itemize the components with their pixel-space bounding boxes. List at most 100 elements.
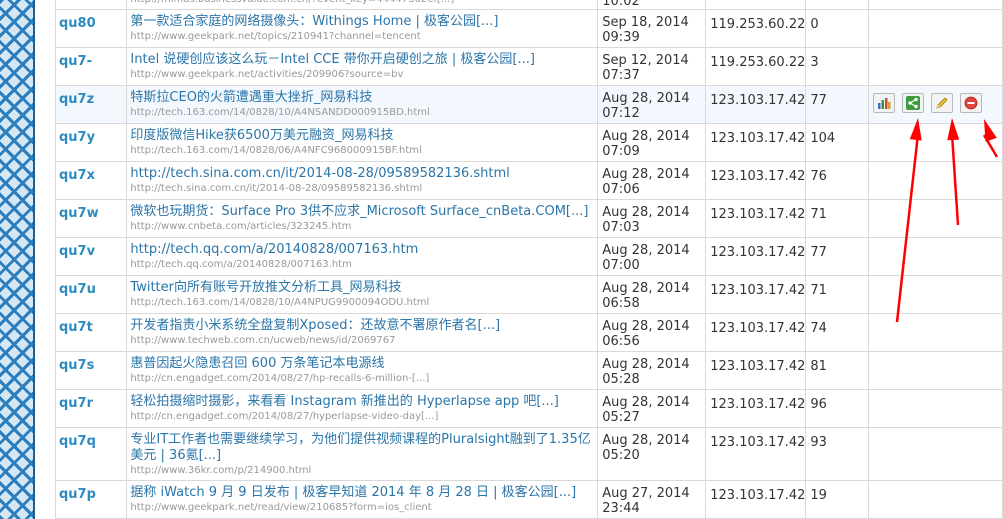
date-cell: Aug 28, 2014 07:00 bbox=[597, 237, 707, 276]
row-clicks: 93 bbox=[810, 435, 827, 450]
key-cell: qu80 bbox=[54, 9, 128, 48]
row-title-link[interactable]: 开发者指责小米系统全盘复制Xposed：还故意不署原作者名[...] bbox=[128, 315, 597, 335]
short-key-link[interactable]: qu7- bbox=[59, 49, 126, 69]
share-button[interactable] bbox=[902, 93, 925, 113]
ip-cell: 123.103.17.42 bbox=[705, 199, 807, 238]
clicks-cell bbox=[805, 0, 870, 10]
row-clicks: 77 bbox=[810, 93, 827, 108]
row-url: http://tech.163.com/14/0828/10/A4NPUG990… bbox=[130, 297, 430, 308]
key-cell: qu7p bbox=[54, 480, 128, 519]
table-row: qu7x http://tech.sina.com.cn/it/2014-08-2… bbox=[54, 161, 1003, 200]
title-cell: http://mimas.businessvalue.com.cn/?event… bbox=[126, 0, 599, 10]
short-key-link[interactable]: qu7z bbox=[59, 87, 126, 107]
ip-cell: 123.103.17.42 bbox=[705, 351, 807, 390]
short-key-link[interactable]: qu7x bbox=[59, 163, 126, 183]
key-cell bbox=[54, 0, 128, 10]
row-title-link[interactable]: 第一款适合家庭的网络摄像头：Withings Home | 极客公园[...] bbox=[128, 11, 597, 31]
row-url: http://www.geekpark.net/read/view/210685… bbox=[130, 502, 432, 513]
row-url: http://tech.163.com/14/0828/10/A4NSANDD0… bbox=[130, 107, 430, 118]
short-key-link[interactable]: qu7w bbox=[59, 201, 126, 221]
row-date: Aug 28, 2014 07:12 bbox=[602, 91, 690, 121]
key-cell: qu7q bbox=[54, 427, 128, 481]
table-row-partial: http://mimas.businessvalue.com.cn/?event… bbox=[54, 0, 1003, 10]
short-key-link[interactable]: qu7t bbox=[59, 315, 126, 335]
actions-cell bbox=[868, 161, 1003, 200]
row-ip: 123.103.17.42 bbox=[710, 359, 806, 374]
row-title-link[interactable]: http://tech.qq.com/a/20140828/007163.htm bbox=[128, 239, 597, 259]
key-cell: qu7u bbox=[54, 275, 128, 314]
stats-button[interactable] bbox=[873, 93, 896, 113]
short-key-link[interactable]: qu7v bbox=[59, 239, 126, 259]
share-icon bbox=[906, 96, 921, 110]
key-cell: qu7t bbox=[54, 313, 128, 352]
clicks-cell: 93 bbox=[805, 427, 870, 481]
row-url: http://tech.163.com/14/0828/06/A4NFC9680… bbox=[130, 145, 422, 156]
clicks-cell: 77 bbox=[805, 237, 870, 276]
row-ip: 123.103.17.42 bbox=[710, 169, 806, 184]
row-url: http://www.36kr.com/p/214900.html bbox=[130, 465, 312, 476]
short-key-link[interactable]: qu7q bbox=[59, 429, 126, 449]
date-cell: Sep 12, 2014 07:37 bbox=[597, 47, 707, 86]
table-row: qu7r 轻松拍摄缩时摄影，来看看 Instagram 新推出的 Hyperlap… bbox=[54, 389, 1003, 428]
row-title-link[interactable]: 据称 iWatch 9 月 9 日发布 | 极客早知道 2014 年 8 月 2… bbox=[128, 482, 597, 502]
clicks-cell: 71 bbox=[805, 199, 870, 238]
clicks-cell: 0 bbox=[805, 9, 870, 48]
short-key-link[interactable]: qu7u bbox=[59, 277, 126, 297]
ip-cell: 123.103.17.42 bbox=[705, 275, 807, 314]
row-title-link[interactable]: 印度版微信Hike获6500万美元融资_网易科技 bbox=[128, 125, 597, 145]
ip-cell: 123.103.17.42 bbox=[705, 427, 807, 481]
title-cell: 专业IT工作者也需要继续学习，为他们提供视频课程的Pluralsight融到了1… bbox=[126, 427, 599, 481]
row-title-link[interactable]: Twitter向所有账号开放推文分析工具_网易科技 bbox=[128, 277, 597, 297]
row-ip: 123.103.17.42 bbox=[710, 435, 806, 450]
date-cell: Aug 28, 2014 05:28 bbox=[597, 351, 707, 390]
row-ip: 123.103.17.42 bbox=[710, 93, 806, 108]
ip-cell: 123.103.17.42 bbox=[705, 123, 807, 162]
actions-cell bbox=[868, 275, 1003, 314]
ip-cell: 123.103.17.42 bbox=[705, 161, 807, 200]
delete-button[interactable] bbox=[960, 93, 983, 113]
short-key-link[interactable]: qu7p bbox=[59, 482, 126, 502]
row-title-link[interactable]: Intel 说硬创应该这么玩－Intel CCE 带你开启硬创之旅 | 极客公园… bbox=[128, 49, 597, 69]
short-key-link[interactable]: qu80 bbox=[59, 11, 126, 31]
key-cell: qu7w bbox=[54, 199, 128, 238]
short-key-link[interactable]: qu7y bbox=[59, 125, 126, 145]
row-url[interactable]: http://mimas.businessvalue.com.cn/?event… bbox=[128, 0, 597, 7]
short-key-link[interactable]: qu7r bbox=[59, 391, 126, 411]
actions-cell bbox=[868, 9, 1003, 48]
stats-icon bbox=[877, 97, 891, 109]
row-clicks: 96 bbox=[810, 397, 827, 412]
actions-cell bbox=[868, 85, 1003, 124]
date-cell: Aug 28, 2014 07:06 bbox=[597, 161, 707, 200]
title-cell: 开发者指责小米系统全盘复制Xposed：还故意不署原作者名[...] http:/… bbox=[126, 313, 599, 352]
row-clicks: 71 bbox=[810, 207, 827, 222]
clicks-cell: 96 bbox=[805, 389, 870, 428]
clicks-cell: 77 bbox=[805, 85, 870, 124]
row-actions bbox=[873, 93, 983, 113]
date-cell: Aug 28, 2014 07:09 bbox=[597, 123, 707, 162]
row-ip: 123.103.17.42 bbox=[710, 397, 806, 412]
row-url: http://www.geekpark.net/topics/210941?ch… bbox=[130, 31, 421, 42]
title-cell: 轻松拍摄缩时摄影，来看看 Instagram 新推出的 Hyperlapse a… bbox=[126, 389, 599, 428]
row-title-link[interactable]: http://tech.sina.com.cn/it/2014-08-28/09… bbox=[128, 163, 597, 183]
title-cell: http://tech.sina.com.cn/it/2014-08-28/09… bbox=[126, 161, 599, 200]
row-url: http://tech.sina.com.cn/it/2014-08-28/09… bbox=[130, 183, 423, 194]
row-title-link[interactable]: 特斯拉CEO的火箭遭遇重大挫折_网易科技 bbox=[128, 87, 597, 107]
date-cell: Aug 28, 2014 07:12 bbox=[597, 85, 707, 124]
row-clicks: 71 bbox=[810, 283, 827, 298]
row-title-link[interactable]: 微软也玩期货：Surface Pro 3供不应求_Microsoft Surfa… bbox=[128, 201, 597, 221]
ip-cell: 123.103.17.42 bbox=[705, 480, 807, 519]
table-row: qu7s 惠普因起火隐患召回 600 万条笔记本电源线 http://cn.enga… bbox=[54, 351, 1003, 390]
row-title-link[interactable]: 轻松拍摄缩时摄影，来看看 Instagram 新推出的 Hyperlapse a… bbox=[128, 391, 597, 411]
row-title-link[interactable]: 惠普因起火隐患召回 600 万条笔记本电源线 bbox=[128, 353, 597, 373]
edit-pencil-icon bbox=[935, 96, 949, 110]
date-cell: Sep 18, 2014 09:39 bbox=[597, 9, 707, 48]
short-key-link[interactable]: qu7s bbox=[59, 353, 126, 373]
edit-pencil-button[interactable] bbox=[931, 93, 954, 113]
actions-cell bbox=[868, 427, 1003, 481]
row-clicks: 19 bbox=[810, 488, 827, 503]
title-cell: Twitter向所有账号开放推文分析工具_网易科技 http://tech.163… bbox=[126, 275, 599, 314]
actions-cell bbox=[868, 123, 1003, 162]
table-row: qu7u Twitter向所有账号开放推文分析工具_网易科技 http://tech… bbox=[54, 275, 1003, 314]
row-ip: 123.103.17.42 bbox=[710, 488, 806, 503]
row-title-link[interactable]: 专业IT工作者也需要继续学习，为他们提供视频课程的Pluralsight融到了1… bbox=[128, 429, 597, 465]
